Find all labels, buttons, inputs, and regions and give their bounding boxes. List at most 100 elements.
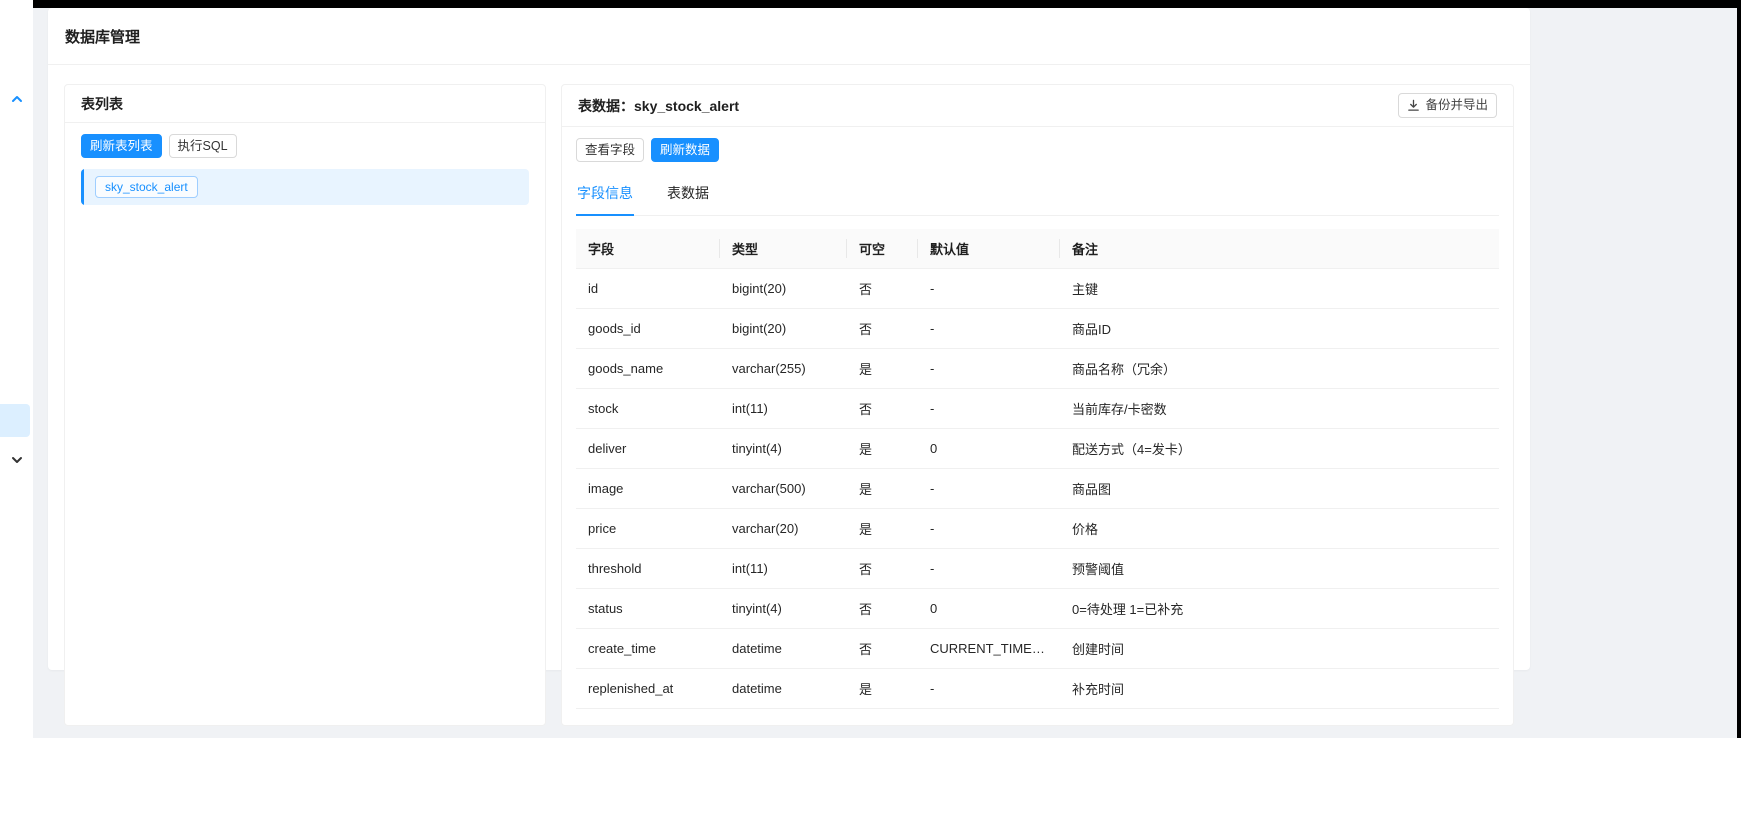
table-cell: 否 xyxy=(847,388,918,429)
table-cell: id xyxy=(576,268,720,309)
chevron-down-icon[interactable] xyxy=(0,453,33,467)
table-cell: 当前库存/卡密数 xyxy=(1060,388,1499,429)
table-cell: 商品名称（冗余） xyxy=(1060,348,1499,389)
tab-field-info[interactable]: 字段信息 xyxy=(576,173,634,216)
collapsed-sidebar xyxy=(0,0,33,738)
tabs: 字段信息 表数据 xyxy=(576,173,1499,216)
column-header: 可空 xyxy=(847,229,918,269)
table-name-tag[interactable]: sky_stock_alert xyxy=(95,176,198,199)
table-data-panel-title: 表数据：sky_stock_alert xyxy=(578,96,739,116)
table-cell: - xyxy=(918,308,1060,349)
table-cell: status xyxy=(576,588,720,629)
table-cell: goods_name xyxy=(576,348,720,389)
refresh-data-button[interactable]: 刷新数据 xyxy=(651,138,720,162)
fields-table: 字段 类型 可空 默认值 备注 id bigint(20) 否 - 主键 goods_id bigi… xyxy=(576,229,1499,709)
table-cell: 0=待处理 1=已补充 xyxy=(1060,588,1499,629)
table-cell: tinyint(4) xyxy=(720,428,847,469)
page-title: 数据库管理 xyxy=(65,28,141,46)
table-cell: 是 xyxy=(847,348,918,389)
table-cell: 否 xyxy=(847,628,918,669)
table-cell: - xyxy=(918,508,1060,549)
collapsed-active-menu-item[interactable] xyxy=(0,404,30,437)
column-header: 备注 xyxy=(1060,229,1499,269)
table-cell: 是 xyxy=(847,668,918,709)
table-list-panel-header: 表列表 xyxy=(65,85,545,123)
table-row: goods_name varchar(255) 是 - 商品名称（冗余） xyxy=(576,348,1499,389)
table-cell: 预警阈值 xyxy=(1060,548,1499,589)
table-row: status tinyint(4) 否 0 0=待处理 1=已补充 xyxy=(576,588,1499,629)
table-cell: varchar(255) xyxy=(720,348,847,389)
table-cell: int(11) xyxy=(720,388,847,429)
table-cell: - xyxy=(918,548,1060,589)
table-cell: 否 xyxy=(847,548,918,589)
table-cell: 0 xyxy=(918,588,1060,629)
table-list-actions: 刷新表列表 执行SQL xyxy=(81,134,529,158)
table-list-item[interactable]: sky_stock_alert xyxy=(81,169,529,206)
column-header: 默认值 xyxy=(918,229,1060,269)
table-cell: 否 xyxy=(847,588,918,629)
app-window: 数据库管理 表列表 刷新表列表 执行SQL sky_stock_alert 表数… xyxy=(0,0,1741,738)
table-row: create_timedatetime否CURRENT_TIMESTAMP创建时… xyxy=(576,628,1499,669)
table-cell: 否 xyxy=(847,308,918,349)
table-cell: - xyxy=(918,348,1060,389)
table-data-panel: 表数据：sky_stock_alert 备份并导出 查看字段 刷新数据 字段信息… xyxy=(561,84,1514,726)
table-cell: - xyxy=(918,468,1060,509)
table-cell: datetime xyxy=(720,628,847,669)
table-cell: 商品图 xyxy=(1060,468,1499,509)
table-cell: - xyxy=(918,668,1060,709)
table-cell: varchar(20) xyxy=(720,508,847,549)
header-row: 字段 类型 可空 默认值 备注 xyxy=(576,229,1499,269)
column-header: 字段 xyxy=(576,229,720,269)
table-cell: varchar(500) xyxy=(720,468,847,509)
column-header: 类型 xyxy=(720,229,847,269)
table-cell: 商品ID xyxy=(1060,308,1499,349)
refresh-table-list-button[interactable]: 刷新表列表 xyxy=(81,134,162,158)
table-cell: 是 xyxy=(847,428,918,469)
execute-sql-button[interactable]: 执行SQL xyxy=(168,134,237,158)
table-cell: - xyxy=(918,268,1060,309)
main-area: 数据库管理 表列表 刷新表列表 执行SQL sky_stock_alert 表数… xyxy=(33,8,1737,738)
view-fields-button[interactable]: 查看字段 xyxy=(576,138,645,162)
table-list-panel-body: 刷新表列表 执行SQL sky_stock_alert xyxy=(65,123,545,221)
table-cell: 是 xyxy=(847,468,918,509)
table-cell: deliver xyxy=(576,428,720,469)
table-row: replenished_at datetime 是 - 补充时间 xyxy=(576,668,1499,709)
table-cell: bigint(20) xyxy=(720,308,847,349)
table-cell: 价格 xyxy=(1060,508,1499,549)
table-cell: price xyxy=(576,508,720,549)
table-row: price varchar(20) 是 - 价格 xyxy=(576,508,1499,549)
table-cell: goods_id xyxy=(576,308,720,349)
backup-export-button[interactable]: 备份并导出 xyxy=(1398,93,1497,118)
table-cell: CURRENT_TIMESTAMP xyxy=(918,628,1060,669)
chevron-up-icon[interactable] xyxy=(0,92,33,106)
table-list-panel-title: 表列表 xyxy=(81,95,123,112)
tab-table-data[interactable]: 表数据 xyxy=(666,173,710,216)
table-cell: 补充时间 xyxy=(1060,668,1499,709)
backup-export-label: 备份并导出 xyxy=(1425,98,1488,113)
table-data-panel-body: 查看字段 刷新数据 字段信息 表数据 字段 类型 可空 默认值 备注 id bigint(2… xyxy=(562,127,1513,725)
table-cell: threshold xyxy=(576,548,720,589)
table-cell: stock xyxy=(576,388,720,429)
table-list: sky_stock_alert xyxy=(81,169,529,206)
table-cell: 创建时间 xyxy=(1060,628,1499,669)
table-cell: - xyxy=(918,388,1060,429)
content-area: 表列表 刷新表列表 执行SQL sky_stock_alert 表数据：sky_… xyxy=(48,65,1530,738)
table-list-panel: 表列表 刷新表列表 执行SQL sky_stock_alert xyxy=(64,84,546,726)
table-cell: replenished_at xyxy=(576,668,720,709)
fields-table-head: 字段 类型 可空 默认值 备注 xyxy=(576,229,1499,269)
table-cell: datetime xyxy=(720,668,847,709)
table-cell: int(11) xyxy=(720,548,847,589)
table-data-panel-header: 表数据：sky_stock_alert 备份并导出 xyxy=(562,85,1513,127)
table-row: deliver tinyint(4) 是 0 配送方式（4=发卡） xyxy=(576,428,1499,469)
table-data-title-name: sky_stock_alert xyxy=(634,97,740,114)
page-card: 数据库管理 表列表 刷新表列表 执行SQL sky_stock_alert 表数… xyxy=(48,8,1530,726)
table-cell: bigint(20) xyxy=(720,268,847,309)
fields-table-body: id bigint(20) 否 - 主键 goods_id bigint(20) 否 - 商品ID… xyxy=(576,268,1499,709)
table-cell: 主键 xyxy=(1060,268,1499,309)
table-data-actions: 查看字段 刷新数据 xyxy=(576,138,1499,162)
table-cell: 0 xyxy=(918,428,1060,469)
table-row: stock int(11) 否 - 当前库存/卡密数 xyxy=(576,388,1499,429)
table-row: threshold int(11) 否 - 预警阈值 xyxy=(576,548,1499,589)
table-cell: 否 xyxy=(847,268,918,309)
table-data-title-prefix: 表数据： xyxy=(578,97,634,114)
